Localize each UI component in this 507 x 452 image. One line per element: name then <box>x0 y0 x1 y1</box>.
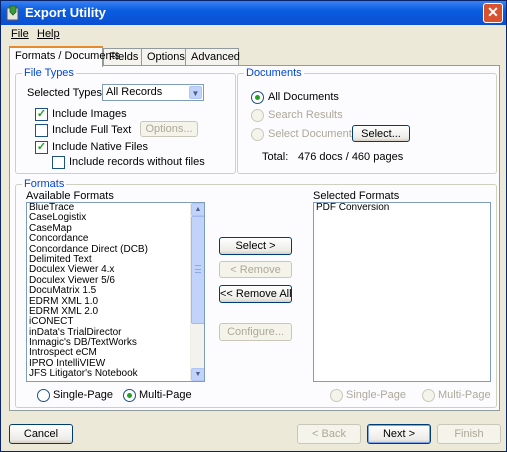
selected-formats-label: Selected Formats <box>313 190 400 202</box>
left-single-page-label[interactable]: Single-Page <box>53 389 113 401</box>
title-bar[interactable]: Export Utility ✕ <box>1 1 506 25</box>
documents-group-label: Documents <box>244 67 304 79</box>
export-utility-window: Export Utility ✕ File Help Formats / Doc… <box>0 0 507 452</box>
select-documents-button[interactable]: Select... <box>352 125 410 142</box>
selected-types-dropdown[interactable]: All Records ▼ <box>102 84 204 101</box>
left-multi-page-label[interactable]: Multi-Page <box>139 389 192 401</box>
radio-selected-dot <box>127 393 132 398</box>
include-native-files-label[interactable]: Include Native Files <box>52 141 148 153</box>
right-multi-page-radio[interactable] <box>422 389 435 402</box>
selected-formats-list[interactable]: PDF Conversion <box>313 202 491 382</box>
right-single-page-radio[interactable] <box>330 389 343 402</box>
available-formats-list[interactable]: BlueTrace CaseLogistix CaseMap Concordance C… <box>26 202 205 382</box>
close-icon[interactable]: ✕ <box>483 3 503 23</box>
selected-types-value: All Records <box>106 86 163 98</box>
app-icon <box>6 5 19 21</box>
back-button[interactable]: < Back <box>297 424 361 444</box>
selected-types-label: Selected Types: <box>27 87 106 99</box>
select-documents-label[interactable]: Select Documents <box>268 128 357 140</box>
scrollbar-thumb[interactable] <box>191 216 204 324</box>
remove-all-formats-button[interactable]: << Remove All <box>219 285 292 303</box>
window-title: Export Utility <box>25 5 106 20</box>
grip-icon <box>195 265 201 273</box>
total-value: 476 docs / 460 pages <box>298 151 404 163</box>
cancel-button[interactable]: Cancel <box>9 424 73 444</box>
include-images-checkbox[interactable]: ✓ <box>35 108 48 121</box>
scroll-down-icon[interactable]: ▼ <box>191 368 204 381</box>
chevron-down-icon[interactable]: ▼ <box>189 86 202 99</box>
finish-button[interactable]: Finish <box>437 424 501 444</box>
documents-group: Documents All Documents Search Results S… <box>237 67 497 174</box>
select-format-button[interactable]: Select > <box>219 237 292 255</box>
all-documents-radio[interactable] <box>251 91 264 104</box>
list-item[interactable]: PDF Conversion <box>314 203 490 213</box>
all-documents-label[interactable]: All Documents <box>268 91 339 103</box>
file-types-group: File Types Selected Types: All Records ▼… <box>15 67 236 174</box>
tab-formats-documents[interactable]: Formats / Documents <box>9 46 120 67</box>
list-item[interactable]: JFS Litigator's Notebook <box>27 368 204 379</box>
configure-button[interactable]: Configure... <box>219 323 292 341</box>
total-label: Total: <box>262 151 289 163</box>
tab-options[interactable]: Options <box>141 48 186 66</box>
menu-help[interactable]: Help <box>37 28 60 40</box>
search-results-label[interactable]: Search Results <box>268 109 343 121</box>
menu-bar: File Help <box>1 26 506 44</box>
right-single-page-label[interactable]: Single-Page <box>346 389 406 401</box>
include-images-label[interactable]: Include Images <box>52 108 127 120</box>
menu-file[interactable]: File <box>11 28 29 40</box>
options-button[interactable]: Options... <box>140 121 198 137</box>
right-multi-page-label[interactable]: Multi-Page <box>438 389 491 401</box>
selected-formats-items: PDF Conversion <box>314 203 490 213</box>
remove-format-button[interactable]: < Remove <box>219 261 292 278</box>
available-formats-items: BlueTrace CaseLogistix CaseMap Concordance C… <box>27 203 204 380</box>
available-formats-label: Available Formats <box>26 190 114 202</box>
available-formats-scrollbar[interactable]: ▲ ▼ <box>190 203 204 381</box>
include-records-without-files-label[interactable]: Include records without files <box>69 156 205 168</box>
file-types-group-label: File Types <box>22 67 76 79</box>
list-item[interactable]: DocuMatrix 1.5 <box>27 285 204 296</box>
select-documents-radio[interactable] <box>251 128 264 141</box>
include-records-without-files-checkbox[interactable] <box>52 156 65 169</box>
tab-advanced[interactable]: Advanced <box>185 48 240 66</box>
next-button[interactable]: Next > <box>367 424 431 444</box>
tab-panel-formats-documents: File Types Selected Types: All Records ▼… <box>9 65 500 411</box>
left-single-page-radio[interactable] <box>37 389 50 402</box>
radio-selected-dot <box>255 95 260 100</box>
menu-file-label: File <box>11 28 29 40</box>
scroll-up-icon[interactable]: ▲ <box>191 203 204 216</box>
formats-group: Formats Available Formats BlueTrace CaseL… <box>15 178 497 408</box>
search-results-radio[interactable] <box>251 109 264 122</box>
include-full-text-label[interactable]: Include Full Text <box>52 124 131 136</box>
include-native-files-checkbox[interactable]: ✓ <box>35 141 48 154</box>
menu-help-label: Help <box>37 28 60 40</box>
include-full-text-checkbox[interactable] <box>35 124 48 137</box>
formats-group-label: Formats <box>22 178 67 190</box>
left-multi-page-radio[interactable] <box>123 389 136 402</box>
list-item[interactable]: Concordance <box>27 233 204 244</box>
